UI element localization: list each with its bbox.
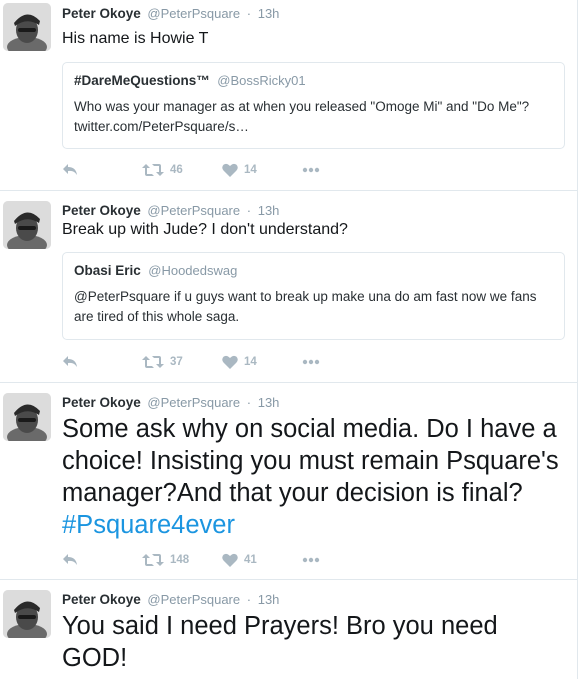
tweet-text: Some ask why on social media. Do I have … <box>62 413 567 541</box>
avatar[interactable] <box>3 201 51 249</box>
display-name[interactable]: Peter Okoye <box>62 592 141 607</box>
timestamp[interactable]: 13h <box>258 395 280 410</box>
retweet-count: 46 <box>170 164 183 176</box>
tweet-header: Peter Okoye @PeterPsquare · 13h <box>62 592 279 607</box>
avatar-image <box>3 393 51 441</box>
tweet-text: Break up with Jude? I don't understand? <box>62 221 348 238</box>
tweet[interactable]: Peter Okoye @PeterPsquare · 13h His name… <box>0 0 577 191</box>
more-button[interactable] <box>302 551 320 569</box>
display-name[interactable]: Peter Okoye <box>62 395 141 410</box>
more-icon <box>302 359 320 365</box>
tweet[interactable]: Peter Okoye @PeterPsquare · 13h You said… <box>0 580 577 679</box>
timestamp[interactable]: 13h <box>258 6 280 21</box>
like-count: 14 <box>244 164 257 176</box>
like-button[interactable]: 14 <box>222 161 257 179</box>
tweet[interactable]: Peter Okoye @PeterPsquare · 13h Break up… <box>0 191 577 383</box>
quoted-user-handle: @Hoodedswag <box>148 263 238 278</box>
like-count: 14 <box>244 356 257 368</box>
retweet-icon <box>142 554 164 566</box>
avatar-image <box>3 590 51 638</box>
display-name[interactable]: Peter Okoye <box>62 6 141 21</box>
quoted-user-handle: @BossRicky01 <box>217 73 306 88</box>
reply-icon <box>63 356 77 367</box>
avatar[interactable] <box>3 590 51 638</box>
retweet-icon <box>142 356 164 368</box>
hashtag-link[interactable]: #Psquare4ever <box>62 511 235 539</box>
user-handle[interactable]: @PeterPsquare <box>147 592 240 607</box>
reply-icon <box>63 164 77 175</box>
heart-icon <box>222 553 238 567</box>
avatar[interactable] <box>3 393 51 441</box>
tweet-header: Peter Okoye @PeterPsquare · 13h <box>62 203 279 218</box>
more-button[interactable] <box>302 353 320 371</box>
timestamp[interactable]: 13h <box>258 592 280 607</box>
separator: · <box>246 6 252 21</box>
separator: · <box>246 203 252 218</box>
reply-button[interactable] <box>62 161 78 179</box>
tweet-text: His name is Howie T <box>62 30 209 47</box>
retweet-count: 148 <box>170 554 190 566</box>
timeline: Peter Okoye @PeterPsquare · 13h His name… <box>0 0 578 679</box>
tweet-text-body: Some ask why on social media. Do I have … <box>62 415 559 507</box>
separator: · <box>246 395 252 410</box>
user-handle[interactable]: @PeterPsquare <box>147 203 240 218</box>
tweet-header: Peter Okoye @PeterPsquare · 13h <box>62 395 279 410</box>
retweet-icon <box>142 164 164 176</box>
heart-icon <box>222 163 238 177</box>
more-icon <box>302 167 320 173</box>
display-name[interactable]: Peter Okoye <box>62 203 141 218</box>
quoted-tweet[interactable]: Obasi Eric @Hoodedswag @PeterPsquare if … <box>62 252 565 340</box>
like-button[interactable]: 14 <box>222 353 257 371</box>
retweet-count: 37 <box>170 356 183 368</box>
like-button[interactable]: 41 <box>222 551 257 569</box>
quoted-text: Who was your manager as at when you rele… <box>74 99 530 134</box>
heart-icon <box>222 355 238 369</box>
reply-button[interactable] <box>62 353 78 371</box>
quoted-text: @PeterPsquare if u guys want to break up… <box>74 289 537 324</box>
avatar-image <box>3 201 51 249</box>
avatar[interactable] <box>3 3 51 51</box>
retweet-button[interactable]: 37 <box>142 353 183 371</box>
tweet-text: You said I need Prayers! Bro you need GO… <box>62 612 498 672</box>
reply-icon <box>63 554 77 565</box>
tweet-header: Peter Okoye @PeterPsquare · 13h <box>62 6 279 21</box>
retweet-button[interactable]: 46 <box>142 161 183 179</box>
more-button[interactable] <box>302 161 320 179</box>
tweet[interactable]: Peter Okoye @PeterPsquare · 13h Some ask… <box>0 383 577 580</box>
timestamp[interactable]: 13h <box>258 203 280 218</box>
retweet-button[interactable]: 148 <box>142 551 189 569</box>
user-handle[interactable]: @PeterPsquare <box>147 395 240 410</box>
quoted-tweet[interactable]: #DareMeQuestions™ @BossRicky01 Who was y… <box>62 62 565 149</box>
separator: · <box>246 592 252 607</box>
quoted-display-name: #DareMeQuestions™ <box>74 73 210 88</box>
more-icon <box>302 557 320 563</box>
quoted-display-name: Obasi Eric <box>74 263 141 278</box>
avatar-image <box>3 3 51 51</box>
like-count: 41 <box>244 554 257 566</box>
reply-button[interactable] <box>62 551 78 569</box>
user-handle[interactable]: @PeterPsquare <box>147 6 240 21</box>
